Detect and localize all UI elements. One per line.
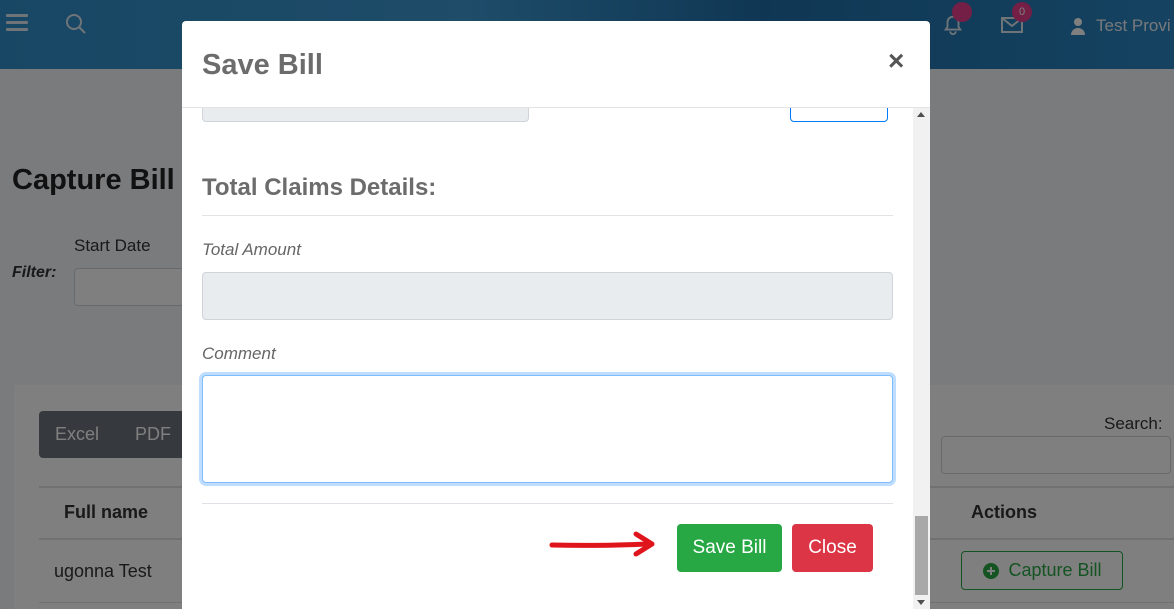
modal-title: Save Bill	[202, 49, 323, 81]
comment-label: Comment	[202, 344, 276, 363]
scroll-up-arrow-icon[interactable]	[917, 112, 925, 117]
scroll-thumb[interactable]	[915, 516, 928, 595]
scroll-down-arrow-icon[interactable]	[917, 600, 925, 605]
total-amount-label: Total Amount	[202, 240, 301, 259]
section-divider	[202, 215, 893, 216]
save-bill-modal: Save Bill × Total Claims Details: Total …	[182, 21, 930, 609]
partial-outline-button[interactable]	[790, 108, 888, 122]
modal-close-icon[interactable]: ×	[888, 45, 904, 77]
modal-scrollbar[interactable]	[913, 108, 930, 609]
close-button[interactable]: Close	[792, 524, 873, 572]
section-title: Total Claims Details:	[202, 174, 437, 201]
partial-input-field[interactable]	[202, 108, 529, 122]
modal-header: Save Bill ×	[182, 21, 930, 108]
save-bill-button[interactable]: Save Bill	[677, 524, 782, 572]
comment-textarea[interactable]	[202, 375, 893, 483]
footer-divider	[202, 503, 893, 504]
total-amount-input	[202, 272, 893, 320]
red-pointer-arrow-icon	[548, 530, 664, 563]
